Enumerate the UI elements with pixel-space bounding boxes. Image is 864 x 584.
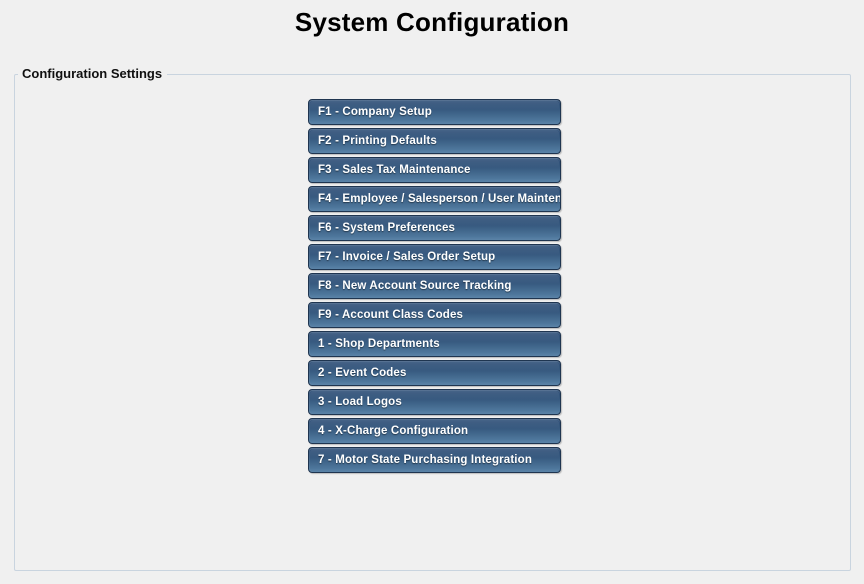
config-button-f3[interactable]: F3 - Sales Tax Maintenance — [308, 157, 561, 183]
config-button-f1[interactable]: F1 - Company Setup — [308, 99, 561, 125]
config-button-label: 7 - Motor State Purchasing Integration — [318, 454, 532, 466]
config-button-f8[interactable]: F8 - New Account Source Tracking — [308, 273, 561, 299]
config-button-label: F6 - System Preferences — [318, 222, 456, 234]
config-button-f7[interactable]: F7 - Invoice / Sales Order Setup — [308, 244, 561, 270]
config-button-f2[interactable]: F2 - Printing Defaults — [308, 128, 561, 154]
config-button-label: F7 - Invoice / Sales Order Setup — [318, 251, 496, 263]
config-button-4[interactable]: 4 - X-Charge Configuration — [308, 418, 561, 444]
config-button-label: F8 - New Account Source Tracking — [318, 280, 512, 292]
config-button-label: F4 - Employee / Salesperson / User Maint… — [318, 193, 560, 205]
config-button-label: F2 - Printing Defaults — [318, 135, 437, 147]
configuration-settings-legend: Configuration Settings — [18, 66, 168, 82]
config-button-label: F1 - Company Setup — [318, 106, 432, 118]
config-button-3[interactable]: 3 - Load Logos — [308, 389, 561, 415]
config-button-label: 2 - Event Codes — [318, 367, 407, 379]
config-button-7[interactable]: 7 - Motor State Purchasing Integration — [308, 447, 561, 473]
config-button-label: F9 - Account Class Codes — [318, 309, 464, 321]
config-button-f6[interactable]: F6 - System Preferences — [308, 215, 561, 241]
configuration-button-list: F1 - Company Setup F2 - Printing Defaults… — [308, 99, 561, 473]
config-button-f9[interactable]: F9 - Account Class Codes — [308, 302, 561, 328]
config-button-f4[interactable]: F4 - Employee / Salesperson / User Maint… — [308, 186, 561, 212]
page-title: System Configuration — [294, 7, 570, 37]
config-button-label: 4 - X-Charge Configuration — [318, 425, 469, 437]
config-button-2[interactable]: 2 - Event Codes — [308, 360, 561, 386]
config-button-1[interactable]: 1 - Shop Departments — [308, 331, 561, 357]
config-button-label: F3 - Sales Tax Maintenance — [318, 164, 471, 176]
config-button-label: 3 - Load Logos — [318, 396, 402, 408]
config-button-label: 1 - Shop Departments — [318, 338, 440, 350]
